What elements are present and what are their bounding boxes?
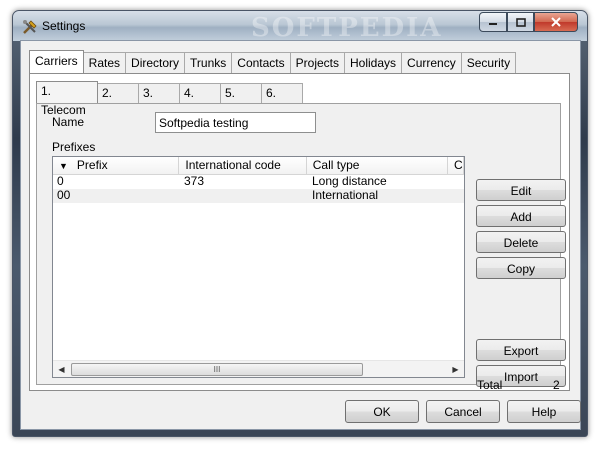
close-button[interactable] [534, 12, 578, 32]
cell-international-code: 373 [184, 175, 205, 188]
maximize-icon [515, 17, 526, 27]
scroll-right-icon[interactable]: ▶ [447, 361, 464, 377]
title-bar[interactable]: Settings SOFTPEDIA [13, 11, 587, 43]
add-button[interactable]: Add [476, 205, 566, 227]
dialog-client-area: Carriers Rates Directory Trunks Contacts… [20, 40, 581, 430]
copy-button[interactable]: Copy [476, 257, 566, 279]
main-tab-strip: Carriers Rates Directory Trunks Contacts… [29, 50, 517, 73]
settings-window: Settings SOFTPEDIA Carriers Rates Direct… [12, 10, 588, 437]
help-button[interactable]: Help [507, 400, 581, 423]
watermark-logo: SOFTPEDIA [251, 13, 443, 43]
carrier-tab-3[interactable]: 3. [138, 83, 180, 103]
list-rows: 0 373 Long distance 00 International [53, 175, 464, 203]
carrier-tab-2[interactable]: 2. [97, 83, 139, 103]
tab-currency[interactable]: Currency [401, 52, 462, 73]
cell-prefix: 00 [57, 189, 71, 202]
tab-carriers[interactable]: Carriers [29, 50, 84, 73]
sort-down-icon: ▼ [59, 161, 68, 171]
cancel-button[interactable]: Cancel [426, 400, 500, 423]
carrier-tab-strip: 1. Telecom 2. 3. 4. 5. 6. [36, 81, 303, 117]
carrier-detail-panel: Name Prefixes ▼Prefix International code… [36, 103, 566, 387]
tab-trunks[interactable]: Trunks [184, 52, 233, 73]
carrier-tab-6[interactable]: 6. [261, 83, 303, 103]
total-value: 2 [553, 378, 560, 392]
total-label: Total [477, 378, 503, 392]
column-header-call-type[interactable]: Call type [307, 157, 449, 175]
tab-security[interactable]: Security [460, 52, 517, 73]
tab-directory[interactable]: Directory [125, 52, 186, 73]
table-row[interactable]: 00 International [53, 189, 464, 203]
window-title: Settings [42, 19, 86, 33]
edit-button[interactable]: Edit [476, 179, 566, 201]
column-header-international-code[interactable]: International code [179, 157, 307, 175]
tools-icon [23, 20, 37, 34]
minimize-button[interactable] [479, 12, 507, 32]
cell-international-code [180, 189, 308, 203]
minimize-icon [489, 23, 497, 25]
maximize-button[interactable] [507, 12, 534, 32]
carriers-panel: 1. Telecom 2. 3. 4. 5. 6. Name Prefixes … [29, 73, 570, 391]
cell-prefix: 0 [57, 175, 64, 188]
tab-holidays[interactable]: Holidays [344, 52, 403, 73]
carrier-tab-4[interactable]: 4. [179, 83, 221, 103]
list-header: ▼ Prefix International code Call type Ca [53, 157, 464, 175]
prefixes-list[interactable]: ▼Prefix International code Call type Ca … [52, 156, 465, 378]
tab-rates[interactable]: Rates [82, 52, 127, 73]
table-row[interactable]: 0 373 Long distance [53, 175, 464, 189]
carrier-tab-5[interactable]: 5. [220, 83, 262, 103]
column-header-ca[interactable]: Ca [448, 157, 464, 175]
name-input[interactable] [155, 112, 316, 133]
export-button[interactable]: Export [476, 339, 566, 361]
scroll-thumb[interactable]: III [71, 363, 363, 376]
prefixes-label: Prefixes [52, 140, 96, 154]
tab-projects[interactable]: Projects [289, 52, 345, 73]
horizontal-scrollbar[interactable]: ◀ III ▶ [53, 360, 464, 377]
carrier-tab-1[interactable]: 1. Telecom [36, 81, 98, 117]
delete-button[interactable]: Delete [476, 231, 566, 253]
scroll-left-icon[interactable]: ◀ [53, 361, 70, 377]
cell-call-type: Long distance [312, 175, 387, 188]
ok-button[interactable]: OK [345, 400, 419, 423]
tab-contacts[interactable]: Contacts [231, 52, 291, 73]
column-header-prefix-label: Prefix [76, 158, 108, 172]
cell-call-type: International [312, 189, 379, 202]
close-icon [551, 17, 561, 27]
column-header-prefix[interactable]: ▼ Prefix [53, 157, 180, 175]
